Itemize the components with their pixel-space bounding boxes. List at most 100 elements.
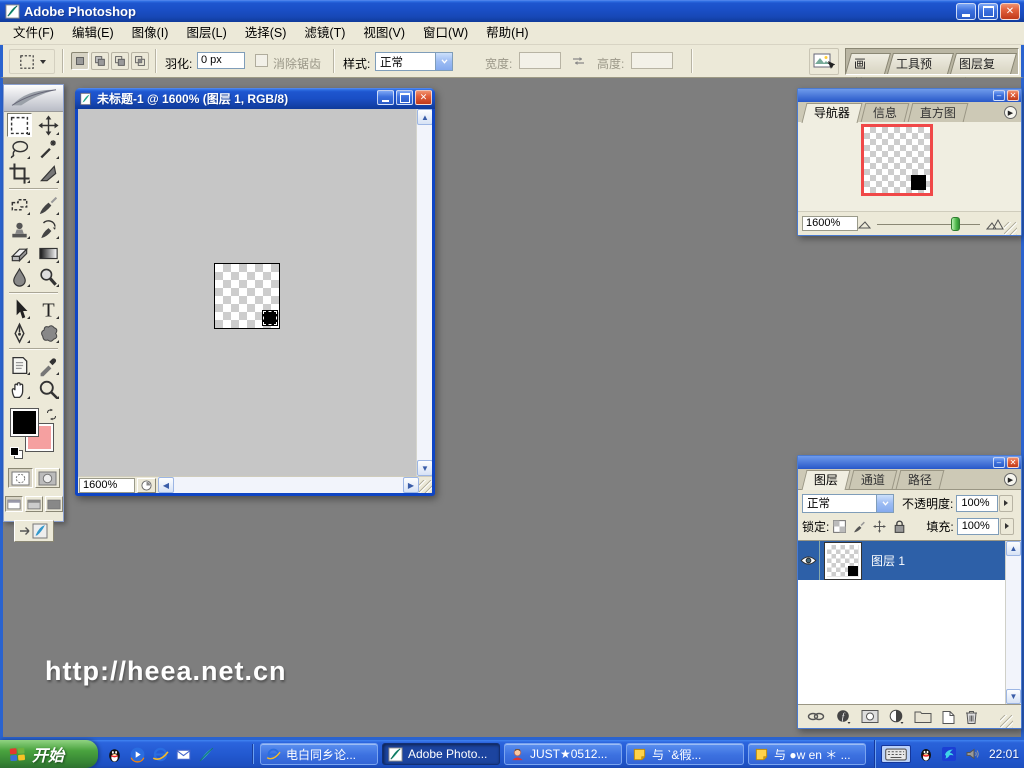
layer-name[interactable]: 图层 1 xyxy=(871,552,905,569)
wmp-icon[interactable] xyxy=(129,746,146,763)
rect-marquee-tool[interactable] xyxy=(7,113,32,137)
antialias-checkbox[interactable] xyxy=(255,54,268,67)
lock-transparency-icon[interactable] xyxy=(832,519,847,534)
fullscreen-menu-button[interactable] xyxy=(25,496,43,512)
selection-mode-subtract-button[interactable] xyxy=(111,52,129,70)
taskbar-task[interactable]: 与 ●w en ＊ ... xyxy=(748,743,866,765)
zoom-out-icon[interactable] xyxy=(858,219,871,229)
restore-button[interactable] xyxy=(978,3,998,20)
palette-well-tab[interactable]: 图层复合 xyxy=(950,53,1017,74)
type-tool[interactable]: T xyxy=(36,297,61,321)
panel-titlebar[interactable]: – ✕ xyxy=(798,456,1021,469)
move-tool[interactable] xyxy=(36,113,61,137)
notes-tool[interactable] xyxy=(7,353,32,377)
horizontal-scrollbar[interactable]: ◀ ▶ xyxy=(158,477,419,493)
menu-item[interactable]: 滤镜(T) xyxy=(295,22,354,44)
panel-tab[interactable]: 路径 xyxy=(896,470,945,489)
eraser-tool[interactable] xyxy=(7,241,32,265)
input-method-cell[interactable] xyxy=(881,745,911,763)
blend-mode-dropdown[interactable]: 正常 xyxy=(802,494,894,513)
lock-position-icon[interactable] xyxy=(872,519,887,534)
fill-slider-button[interactable] xyxy=(1000,518,1014,535)
fill-field[interactable]: 100% xyxy=(957,518,999,535)
opacity-slider-button[interactable] xyxy=(999,495,1013,512)
pen-tool[interactable] xyxy=(7,321,32,345)
height-input[interactable] xyxy=(631,52,673,69)
link-layers-icon[interactable] xyxy=(806,709,826,724)
navigator-zoom-slider[interactable] xyxy=(877,216,980,232)
hand-tool[interactable] xyxy=(7,377,32,401)
magic-wand-tool[interactable] xyxy=(36,137,61,161)
selection-mode-add-button[interactable] xyxy=(91,52,109,70)
qq-tray-icon[interactable] xyxy=(918,746,934,762)
panel-menu-button[interactable]: ▶ xyxy=(1004,473,1017,486)
file-browser-button[interactable] xyxy=(809,48,839,75)
quick-mask-mode-button[interactable] xyxy=(35,468,60,488)
zoom-percent-field[interactable]: 1600% xyxy=(79,478,135,493)
volume-icon[interactable] xyxy=(964,746,980,762)
menu-item[interactable]: 图层(L) xyxy=(177,22,235,44)
panel-tab[interactable]: 通道 xyxy=(849,470,898,489)
menu-item[interactable]: 帮助(H) xyxy=(477,22,537,44)
swap-colors-icon[interactable] xyxy=(45,408,58,421)
layer-row[interactable]: 图层 1 xyxy=(798,541,1005,580)
blur-tool[interactable] xyxy=(7,265,32,289)
delete-layer-icon[interactable] xyxy=(965,709,978,724)
standard-mode-button[interactable] xyxy=(8,468,33,488)
menu-item[interactable]: 视图(V) xyxy=(354,22,414,44)
width-input[interactable] xyxy=(519,52,561,69)
panel-minimize-button[interactable]: – xyxy=(993,457,1005,468)
selection-mode-intersect-button[interactable] xyxy=(131,52,149,70)
selection-mode-new-button[interactable] xyxy=(71,52,89,70)
document-titlebar[interactable]: 未标题-1 @ 1600% (图层 1, RGB/8) ✕ xyxy=(75,88,435,109)
layers-scrollbar[interactable]: ▲ ▼ xyxy=(1005,541,1021,704)
minimize-button[interactable] xyxy=(956,3,976,20)
panel-tab[interactable]: 导航器 xyxy=(802,103,863,123)
palette-well-tab[interactable]: 工具预设 xyxy=(887,53,954,74)
panel-menu-button[interactable]: ▶ xyxy=(1004,106,1017,119)
navigator-zoom-field[interactable]: 1600% xyxy=(802,216,858,231)
new-layer-icon[interactable] xyxy=(942,709,955,724)
default-colors-icon[interactable] xyxy=(10,447,23,458)
menu-item[interactable]: 编辑(E) xyxy=(63,22,123,44)
taskbar-task[interactable]: 与 ˋ&徦... xyxy=(626,743,744,765)
panel-minimize-button[interactable]: – xyxy=(993,90,1005,101)
layer-thumbnail[interactable] xyxy=(825,543,861,579)
taskbar-task[interactable]: JUST★0512... xyxy=(504,743,622,765)
status-timer-button[interactable] xyxy=(137,478,156,493)
selected-black-pixel-region[interactable] xyxy=(263,311,277,325)
jump-to-imageready-button[interactable] xyxy=(14,520,54,542)
scroll-left-button[interactable]: ◀ xyxy=(158,477,174,493)
custom-shape-tool[interactable] xyxy=(36,321,61,345)
layer-mask-icon[interactable] xyxy=(861,709,879,724)
standard-screen-button[interactable] xyxy=(5,496,23,512)
doc-minimize-button[interactable] xyxy=(377,90,394,105)
panel-tab[interactable]: 图层 xyxy=(802,470,851,490)
path-select-tool[interactable] xyxy=(7,297,32,321)
patch-tool[interactable] xyxy=(7,193,32,217)
lasso-tool[interactable] xyxy=(7,137,32,161)
qq-icon[interactable] xyxy=(106,746,123,763)
ie-icon[interactable] xyxy=(152,746,169,763)
close-button[interactable]: ✕ xyxy=(1000,3,1020,20)
panel-close-button[interactable]: ✕ xyxy=(1007,457,1019,468)
start-button[interactable]: 开始 xyxy=(0,740,98,768)
slider-thumb[interactable] xyxy=(951,217,960,231)
eyedropper-tool[interactable] xyxy=(36,353,61,377)
lock-paint-icon[interactable] xyxy=(852,519,867,534)
canvas[interactable] xyxy=(214,263,280,329)
menu-item[interactable]: 文件(F) xyxy=(4,22,63,44)
history-brush-tool[interactable] xyxy=(36,217,61,241)
zoom-in-icon[interactable] xyxy=(986,218,1004,230)
tool-preset-picker[interactable] xyxy=(9,49,55,74)
scroll-right-button[interactable]: ▶ xyxy=(403,477,419,493)
navigator-proxy-view[interactable] xyxy=(861,124,933,196)
palette-well-tab[interactable]: 画笔 xyxy=(845,53,891,74)
opacity-field[interactable]: 100% xyxy=(956,495,998,512)
panel-close-button[interactable]: ✕ xyxy=(1007,90,1019,101)
panel-resize-grip[interactable] xyxy=(1000,715,1013,728)
scroll-down-button[interactable]: ▼ xyxy=(417,460,432,476)
pen-quick-icon[interactable] xyxy=(198,746,215,763)
layer-group-icon[interactable] xyxy=(914,709,932,724)
layer-style-icon[interactable]: f xyxy=(836,709,851,724)
